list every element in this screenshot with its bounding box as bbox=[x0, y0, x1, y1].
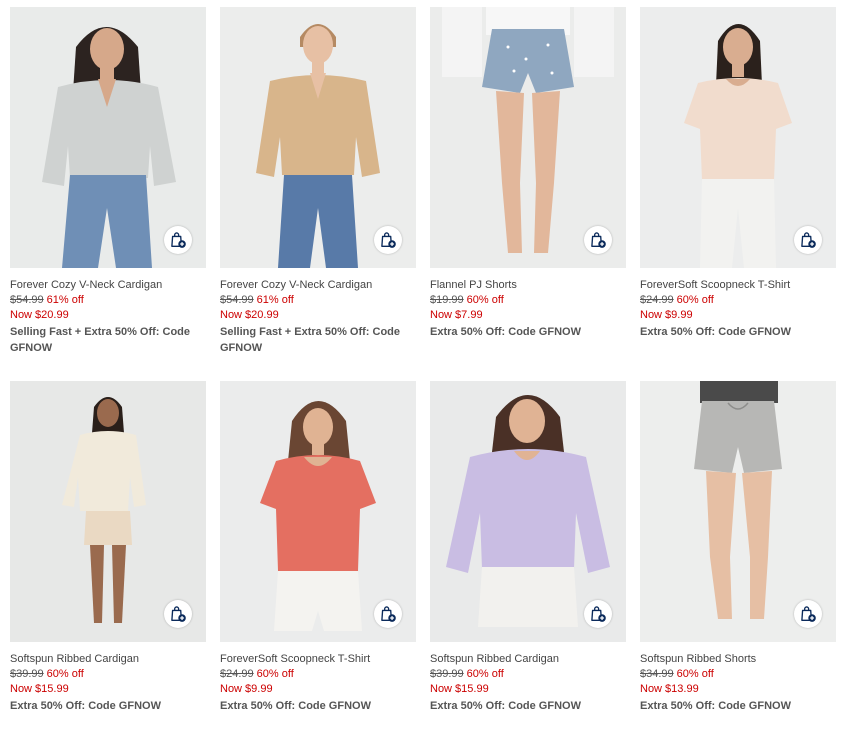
discount-percent: 60% off bbox=[46, 668, 84, 680]
product-card[interactable]: Forever Cozy V-Neck Cardigan $54.99 61% o… bbox=[220, 7, 416, 356]
product-name[interactable]: Forever Cozy V-Neck Cardigan bbox=[220, 278, 416, 293]
product-image[interactable] bbox=[640, 381, 836, 642]
product-card[interactable]: Softspun Ribbed Shorts $34.99 60% off Now… bbox=[640, 381, 836, 714]
price-row: $24.99 60% off bbox=[220, 667, 416, 682]
bag-plus-icon bbox=[799, 231, 817, 249]
discount-percent: 61% off bbox=[256, 294, 294, 306]
promo-text: Selling Fast + Extra 50% Off: Code GFNOW bbox=[10, 326, 191, 354]
sale-price: Now $20.99 bbox=[220, 309, 279, 321]
promo-text: Extra 50% Off: Code GFNOW bbox=[220, 700, 371, 712]
discount-percent: 60% off bbox=[256, 668, 294, 680]
product-image[interactable] bbox=[430, 381, 626, 642]
bag-plus-icon bbox=[379, 605, 397, 623]
product-card[interactable]: Softspun Ribbed Cardigan $39.99 60% off N… bbox=[430, 381, 626, 714]
bag-plus-icon bbox=[799, 605, 817, 623]
price-row: $54.99 61% off bbox=[220, 293, 416, 308]
promo-text: Selling Fast + Extra 50% Off: Code GFNOW bbox=[220, 326, 401, 354]
discount-percent: 60% off bbox=[466, 294, 504, 306]
product-name[interactable]: Softspun Ribbed Cardigan bbox=[10, 652, 206, 667]
sale-price: Now $15.99 bbox=[10, 683, 69, 695]
product-image[interactable] bbox=[10, 7, 206, 268]
product-card[interactable]: ForeverSoft Scoopneck T-Shirt $24.99 60% … bbox=[220, 381, 416, 714]
product-name[interactable]: ForeverSoft Scoopneck T-Shirt bbox=[640, 278, 836, 293]
original-price: $39.99 bbox=[430, 668, 464, 680]
original-price: $24.99 bbox=[640, 294, 674, 306]
sale-price: Now $13.99 bbox=[640, 683, 699, 695]
product-name[interactable]: Flannel PJ Shorts bbox=[430, 278, 626, 293]
bag-plus-icon bbox=[379, 231, 397, 249]
sale-price: Now $9.99 bbox=[640, 309, 693, 321]
add-to-bag-button[interactable] bbox=[164, 226, 192, 254]
promo-text: Extra 50% Off: Code GFNOW bbox=[430, 326, 581, 338]
product-card[interactable]: ForeverSoft Scoopneck T-Shirt $24.99 60% … bbox=[640, 7, 836, 340]
price-row: $39.99 60% off bbox=[430, 667, 626, 682]
product-image[interactable] bbox=[220, 7, 416, 268]
discount-percent: 60% off bbox=[676, 294, 714, 306]
product-card[interactable]: Flannel PJ Shorts $19.99 60% off Now $7.9… bbox=[430, 7, 626, 340]
original-price: $34.99 bbox=[640, 668, 674, 680]
sale-price: Now $7.99 bbox=[430, 309, 483, 321]
original-price: $54.99 bbox=[10, 294, 44, 306]
price-row: $39.99 60% off bbox=[10, 667, 206, 682]
discount-percent: 61% off bbox=[46, 294, 84, 306]
bag-plus-icon bbox=[169, 231, 187, 249]
product-name[interactable]: Forever Cozy V-Neck Cardigan bbox=[10, 278, 206, 293]
add-to-bag-button[interactable] bbox=[794, 226, 822, 254]
price-row: $24.99 60% off bbox=[640, 293, 836, 308]
promo-text: Extra 50% Off: Code GFNOW bbox=[430, 700, 581, 712]
sale-price: Now $20.99 bbox=[10, 309, 69, 321]
sale-price: Now $15.99 bbox=[430, 683, 489, 695]
discount-percent: 60% off bbox=[466, 668, 504, 680]
original-price: $19.99 bbox=[430, 294, 464, 306]
add-to-bag-button[interactable] bbox=[374, 600, 402, 628]
product-name[interactable]: ForeverSoft Scoopneck T-Shirt bbox=[220, 652, 416, 667]
original-price: $24.99 bbox=[220, 668, 254, 680]
product-name[interactable]: Softspun Ribbed Shorts bbox=[640, 652, 836, 667]
product-card[interactable]: Forever Cozy V-Neck Cardigan $54.99 61% o… bbox=[10, 7, 206, 356]
product-image[interactable] bbox=[430, 7, 626, 268]
add-to-bag-button[interactable] bbox=[584, 600, 612, 628]
add-to-bag-button[interactable] bbox=[164, 600, 192, 628]
original-price: $39.99 bbox=[10, 668, 44, 680]
product-image[interactable] bbox=[640, 7, 836, 268]
product-image[interactable] bbox=[220, 381, 416, 642]
product-name[interactable]: Softspun Ribbed Cardigan bbox=[430, 652, 626, 667]
promo-text: Extra 50% Off: Code GFNOW bbox=[640, 326, 791, 338]
promo-text: Extra 50% Off: Code GFNOW bbox=[10, 700, 161, 712]
price-row: $34.99 60% off bbox=[640, 667, 836, 682]
price-row: $54.99 61% off bbox=[10, 293, 206, 308]
product-image[interactable] bbox=[10, 381, 206, 642]
discount-percent: 60% off bbox=[676, 668, 714, 680]
bag-plus-icon bbox=[169, 605, 187, 623]
bag-plus-icon bbox=[589, 605, 607, 623]
original-price: $54.99 bbox=[220, 294, 254, 306]
add-to-bag-button[interactable] bbox=[374, 226, 402, 254]
add-to-bag-button[interactable] bbox=[794, 600, 822, 628]
product-card[interactable]: Softspun Ribbed Cardigan $39.99 60% off N… bbox=[10, 381, 206, 714]
price-row: $19.99 60% off bbox=[430, 293, 626, 308]
add-to-bag-button[interactable] bbox=[584, 226, 612, 254]
bag-plus-icon bbox=[589, 231, 607, 249]
promo-text: Extra 50% Off: Code GFNOW bbox=[640, 700, 791, 712]
sale-price: Now $9.99 bbox=[220, 683, 273, 695]
